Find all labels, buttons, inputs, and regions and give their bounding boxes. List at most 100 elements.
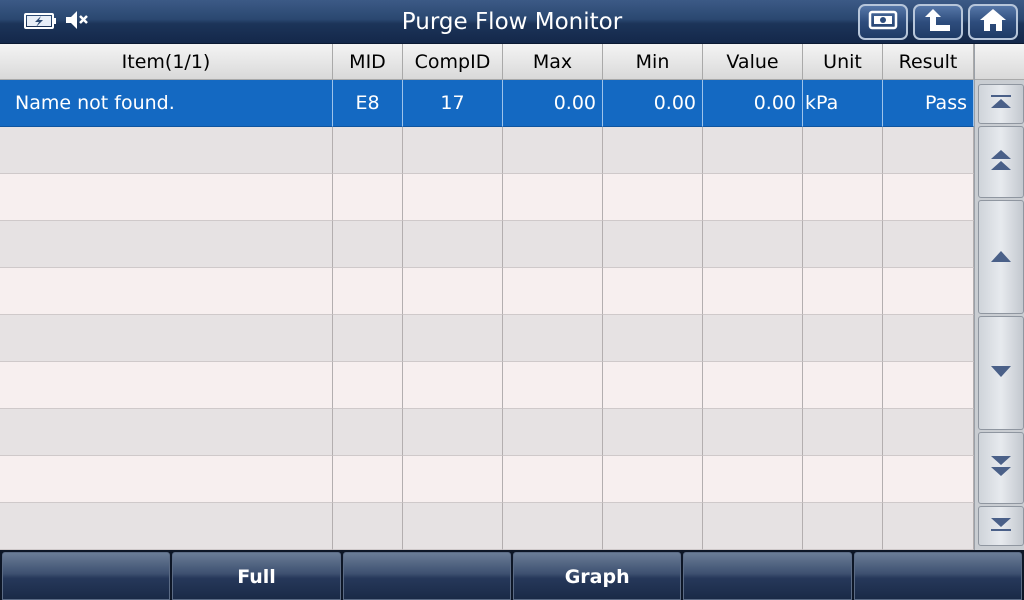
table-cell [883,268,974,315]
footer-button-5[interactable] [683,552,852,600]
graph-button[interactable]: Graph [512,552,682,600]
full-button[interactable]: Full [172,552,341,600]
table-cell [883,456,974,503]
back-arrow-icon [924,7,952,37]
results-table: Item(1/1) MID CompID Max Min Value Unit … [0,44,974,550]
table-cell [0,503,333,550]
table-cell [0,409,333,456]
column-header-max[interactable]: Max [503,44,603,80]
table-cell [803,503,883,550]
line-down-button[interactable] [978,316,1024,430]
table-row[interactable] [0,268,974,315]
table-cell [883,503,974,550]
table-cell [333,456,403,503]
table-cell: 0.00 [603,80,703,127]
table-cell [603,221,703,268]
table-cell [883,174,974,221]
speaker-muted-icon [64,9,90,35]
table-cell [333,174,403,221]
table-cell [503,315,603,362]
column-header-unit[interactable]: Unit [803,44,883,80]
table-cell [0,268,333,315]
column-header-value[interactable]: Value [703,44,803,80]
page-up-button[interactable] [978,126,1024,198]
table-header: Item(1/1) MID CompID Max Min Value Unit … [0,44,974,80]
table-row[interactable]: Name not found. E8 17 0.00 0.00 0.00 kPa Pass [0,80,974,127]
table-row[interactable] [0,362,974,409]
table-cell [503,268,603,315]
table-cell: Name not found. [0,80,333,127]
table-cell [403,503,503,550]
column-header-result[interactable]: Result [883,44,974,80]
table-row[interactable] [0,174,974,221]
column-header-compid[interactable]: CompID [403,44,503,80]
page-down-button[interactable] [978,432,1024,504]
table-row[interactable] [0,221,974,268]
table-cell [503,362,603,409]
column-header-min[interactable]: Min [603,44,703,80]
battery-charging-icon [24,12,58,34]
table-cell [333,127,403,174]
table-cell [403,221,503,268]
table-row[interactable] [0,127,974,174]
home-icon [979,7,1007,37]
table-cell [703,127,803,174]
table-cell: 17 [403,80,503,127]
table-row[interactable] [0,503,974,550]
screenshot-button[interactable] [858,4,908,40]
table-cell [333,315,403,362]
scroll-to-top-icon [990,94,1012,114]
column-header-item[interactable]: Item(1/1) [0,44,333,80]
table-row[interactable] [0,409,974,456]
table-cell [803,456,883,503]
table-cell [883,362,974,409]
scroll-to-bottom-button[interactable] [978,506,1024,546]
footer-button-3[interactable] [342,552,511,600]
table-cell [703,268,803,315]
title-bar: Purge Flow Monitor [0,0,1024,44]
table-cell [503,221,603,268]
page-down-icon [990,454,1012,482]
scroll-to-top-button[interactable] [978,84,1024,124]
table-cell [703,409,803,456]
table-cell [603,503,703,550]
table-cell [503,456,603,503]
table-cell [883,221,974,268]
table-cell [403,362,503,409]
table-cell [333,409,403,456]
table-row[interactable] [0,456,974,503]
back-button[interactable] [913,4,963,40]
table-cell [803,268,883,315]
page-up-icon [990,148,1012,176]
line-up-button[interactable] [978,200,1024,314]
table-cell: kPa [803,80,883,127]
table-cell [803,409,883,456]
table-cell [503,127,603,174]
table-cell [403,127,503,174]
screenshot-icon [868,9,898,35]
column-header-mid[interactable]: MID [333,44,403,80]
table-cell [403,456,503,503]
table-cell [0,221,333,268]
table-cell: 0.00 [703,80,803,127]
table-row[interactable] [0,315,974,362]
table-cell [333,362,403,409]
footer-button-6[interactable] [853,552,1022,600]
home-button[interactable] [968,4,1018,40]
table-cell [403,174,503,221]
table-cell: E8 [333,80,403,127]
line-down-icon [990,364,1012,383]
table-cell [403,409,503,456]
footer-button-1[interactable] [2,552,171,600]
table-cell [803,174,883,221]
table-cell [803,221,883,268]
table-cell [703,315,803,362]
table-cell [403,268,503,315]
table-cell [333,268,403,315]
table-cell [603,362,703,409]
table-cell [603,127,703,174]
table-cell [703,456,803,503]
table-cell: 0.00 [503,80,603,127]
table-cell [603,174,703,221]
table-cell [703,221,803,268]
